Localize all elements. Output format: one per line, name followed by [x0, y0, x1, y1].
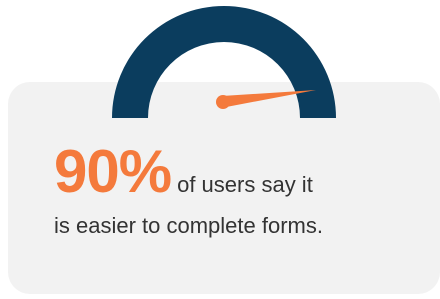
- stat-headline: 90% of users say it: [54, 142, 313, 202]
- stat-value: 90%: [54, 138, 172, 205]
- stat-text-line-2: is easier to complete forms.: [54, 213, 323, 238]
- stat-text-line-1: of users say it: [177, 172, 313, 197]
